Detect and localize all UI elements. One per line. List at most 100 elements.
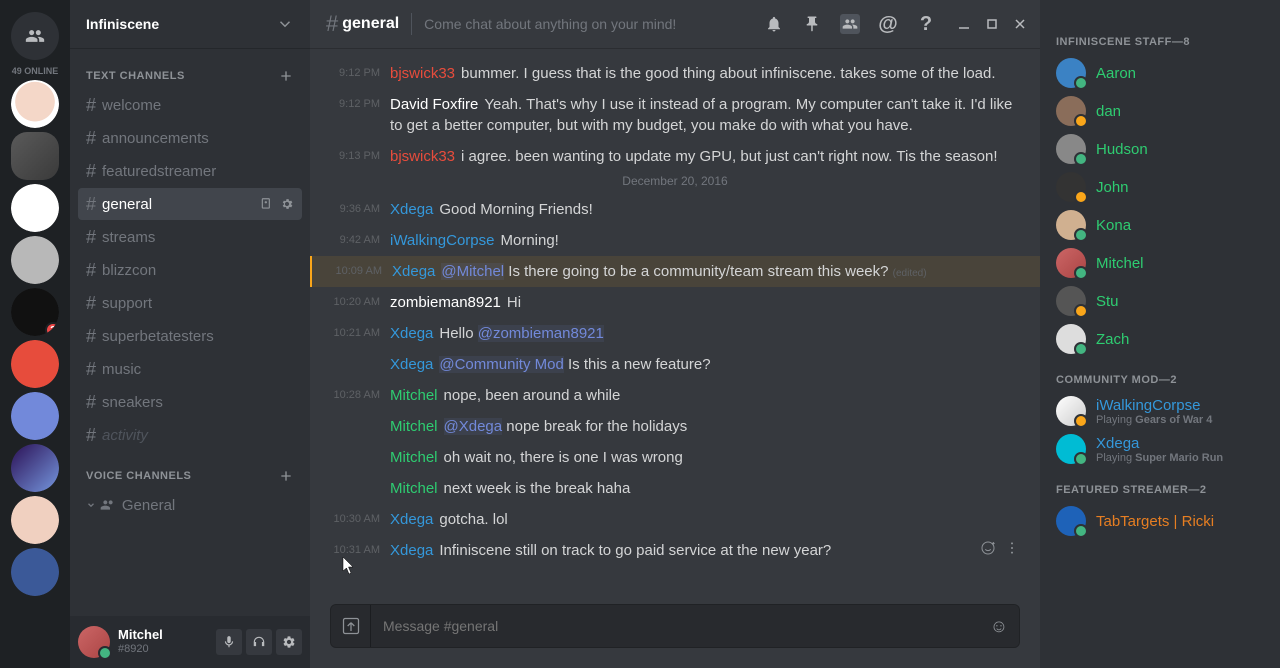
message-time: 10:20 AM: [330, 292, 390, 313]
channel-welcome[interactable]: #welcome: [78, 89, 302, 121]
speaker-icon: [100, 497, 116, 513]
mention[interactable]: @zombieman8921: [478, 325, 604, 342]
notifications-icon[interactable]: [764, 14, 784, 34]
add-voice-channel-icon[interactable]: [278, 468, 294, 484]
mute-button[interactable]: [216, 629, 242, 655]
server-asharias[interactable]: [11, 236, 59, 284]
message-author[interactable]: Mitchel: [390, 449, 438, 466]
voice-channel-general[interactable]: General: [78, 489, 302, 521]
channel-streams[interactable]: #streams: [78, 221, 302, 253]
channel-activity[interactable]: #activity: [78, 419, 302, 451]
message-time: 10:21 AM: [330, 323, 390, 344]
message-author[interactable]: Xdega: [392, 263, 435, 280]
message-author[interactable]: Xdega: [390, 511, 433, 528]
channel-featuredstreamer[interactable]: #featuredstreamer: [78, 155, 302, 187]
member-avatar: [1056, 58, 1086, 88]
hash-icon: #: [86, 161, 96, 182]
add-channel-icon[interactable]: [278, 68, 294, 84]
member-item[interactable]: Mitchel: [1048, 244, 1272, 282]
member-item[interactable]: XdegaPlaying Super Mario Run: [1048, 430, 1272, 468]
message-row: 9:12 PMDavid FoxfireYeah. That's why I u…: [330, 89, 1020, 141]
message-row: 10:30 AMXdegagotcha. lol: [330, 504, 1020, 535]
message-author[interactable]: Xdega: [390, 356, 433, 373]
message-author[interactable]: iWalkingCorpse: [390, 232, 494, 249]
minimize-button[interactable]: [956, 16, 972, 32]
home-button[interactable]: [11, 12, 59, 60]
member-item[interactable]: dan: [1048, 92, 1272, 130]
message-text: nope break for the holidays: [502, 418, 687, 435]
member-item[interactable]: Aaron: [1048, 54, 1272, 92]
server-infiniscene[interactable]: [11, 132, 59, 180]
server-header[interactable]: Infiniscene: [70, 0, 310, 48]
close-button[interactable]: [1012, 16, 1028, 32]
online-count: 49 ONLINE: [12, 66, 59, 76]
more-icon[interactable]: [1004, 540, 1020, 556]
server-galaxy[interactable]: [11, 444, 59, 492]
reaction-icon[interactable]: [980, 540, 996, 556]
server-axe[interactable]: [11, 340, 59, 388]
help-icon[interactable]: ?: [916, 14, 936, 34]
mention[interactable]: @Mitchel: [441, 263, 504, 280]
message-list[interactable]: 9:12 PMbjswick33bummer. I guess that is …: [310, 48, 1040, 604]
mention[interactable]: @Xdega: [444, 418, 503, 435]
message-text: nope, been around a while: [444, 387, 621, 404]
message-author[interactable]: zombieman8921: [390, 294, 501, 311]
hash-icon: #: [86, 128, 96, 149]
emoji-button[interactable]: ☺: [979, 616, 1019, 637]
mentions-icon[interactable]: @: [878, 14, 898, 34]
self-avatar[interactable]: [78, 626, 110, 658]
members-toggle-icon[interactable]: [840, 14, 860, 34]
message-input[interactable]: [371, 605, 979, 647]
message-author[interactable]: David Foxfire: [390, 96, 478, 113]
invite-icon[interactable]: [260, 197, 274, 211]
message-time: 10:09 AM: [332, 261, 392, 282]
member-item[interactable]: Stu: [1048, 282, 1272, 320]
message-author[interactable]: bjswick33: [390, 148, 455, 165]
channel-general[interactable]: #general: [78, 188, 302, 220]
channel-support[interactable]: #support: [78, 287, 302, 319]
message-time: 9:13 PM: [330, 146, 390, 167]
server-partner[interactable]: [11, 392, 59, 440]
member-playing: Playing Super Mario Run: [1096, 452, 1223, 464]
member-avatar: [1056, 506, 1086, 536]
member-item[interactable]: Kona: [1048, 206, 1272, 244]
channel-announcements[interactable]: #announcements: [78, 122, 302, 154]
message-time: 9:12 PM: [330, 94, 390, 136]
member-item[interactable]: John: [1048, 168, 1272, 206]
deafen-button[interactable]: [246, 629, 272, 655]
mention[interactable]: @Community Mod: [439, 356, 563, 373]
settings-button[interactable]: [276, 629, 302, 655]
message-author[interactable]: Xdega: [390, 325, 433, 342]
member-item[interactable]: TabTargets | Ricki: [1048, 502, 1272, 540]
pin-icon[interactable]: [802, 14, 822, 34]
server-filthy[interactable]: [11, 184, 59, 232]
message-author[interactable]: Mitchel: [390, 480, 438, 497]
server-rail: 49 ONLINE 2: [0, 0, 70, 668]
message-author[interactable]: Mitchel: [390, 418, 438, 435]
message-time: 10:30 AM: [330, 509, 390, 530]
server-blue[interactable]: [11, 548, 59, 596]
channel-music[interactable]: #music: [78, 353, 302, 385]
server-eyes[interactable]: [11, 496, 59, 544]
channel-sneakers[interactable]: #sneakers: [78, 386, 302, 418]
channel-blizzcon[interactable]: #blizzcon: [78, 254, 302, 286]
member-item[interactable]: Zach: [1048, 320, 1272, 358]
member-avatar: [1056, 134, 1086, 164]
channel-superbetatesters[interactable]: #superbetatesters: [78, 320, 302, 352]
member-item[interactable]: iWalkingCorpsePlaying Gears of War 4: [1048, 392, 1272, 430]
member-item[interactable]: Hudson: [1048, 130, 1272, 168]
message-author[interactable]: Mitchel: [390, 387, 438, 404]
member-avatar: [1056, 172, 1086, 202]
member-name: Zach: [1096, 331, 1129, 348]
maximize-button[interactable]: [984, 16, 1000, 32]
message-author[interactable]: Xdega: [390, 201, 433, 218]
gear-icon[interactable]: [280, 197, 294, 211]
upload-button[interactable]: [331, 605, 371, 647]
server-moon[interactable]: 2: [11, 288, 59, 336]
message-text: Yeah. That's why I use it instead of a p…: [390, 96, 1012, 134]
message-author[interactable]: Xdega: [390, 542, 433, 559]
server-isaac[interactable]: [11, 80, 59, 128]
hash-icon: #: [86, 227, 96, 248]
member-avatar: [1056, 248, 1086, 278]
message-author[interactable]: bjswick33: [390, 65, 455, 82]
